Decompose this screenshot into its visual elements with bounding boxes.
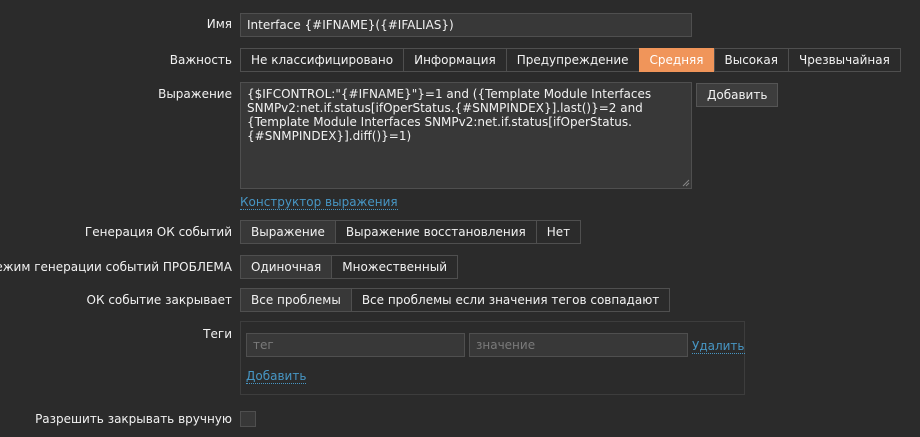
problem-mode-selector: Одиночная Множественный bbox=[240, 255, 458, 279]
severity-label: Важность bbox=[169, 53, 232, 67]
expression-text: {$IFCONTROL:"{#IFNAME}"}=1 and ({Templat… bbox=[247, 87, 652, 143]
severity-high[interactable]: Высокая bbox=[713, 48, 789, 72]
resize-grip-icon[interactable] bbox=[682, 179, 690, 187]
name-label: Имя bbox=[206, 17, 232, 31]
ok-gen-recovery-expression[interactable]: Выражение восстановления bbox=[334, 220, 537, 244]
manual-close-checkbox[interactable] bbox=[240, 411, 256, 427]
severity-average[interactable]: Средняя bbox=[638, 48, 715, 72]
ok-closes-label: ОК событие закрывает bbox=[86, 293, 232, 307]
ok-event-generation-label: Генерация ОК событий bbox=[84, 225, 232, 239]
expression-constructor-link[interactable]: Конструктор выражения bbox=[240, 195, 398, 210]
problem-mode-multiple[interactable]: Множественный bbox=[331, 255, 458, 279]
tag-add-link[interactable]: Добавить bbox=[246, 369, 307, 384]
severity-warning[interactable]: Предупреждение bbox=[505, 48, 640, 72]
ok-closes-all-problems[interactable]: Все проблемы bbox=[240, 288, 352, 312]
expression-label: Выражение bbox=[158, 87, 232, 101]
severity-information[interactable]: Информация bbox=[403, 48, 507, 72]
tag-name-input[interactable]: тег bbox=[246, 333, 465, 357]
expression-textarea[interactable]: {$IFCONTROL:"{#IFNAME}"}=1 and ({Templat… bbox=[240, 82, 692, 189]
severity-disaster[interactable]: Чрезвычайная bbox=[787, 48, 901, 72]
problem-mode-single[interactable]: Одиночная bbox=[240, 255, 333, 279]
tag-remove-link[interactable]: Удалить bbox=[692, 339, 745, 354]
expression-add-button[interactable]: Добавить bbox=[696, 83, 779, 107]
problem-mode-label: Режим генерации событий ПРОБЛЕМА bbox=[0, 260, 232, 274]
tags-label: Теги bbox=[203, 327, 232, 341]
severity-not-classified[interactable]: Не классифицировано bbox=[240, 48, 405, 72]
ok-gen-none[interactable]: Нет bbox=[535, 220, 582, 244]
ok-event-generation-selector: Выражение Выражение восстановления Нет bbox=[240, 220, 582, 244]
name-input[interactable]: Interface {#IFNAME}({#IFALIAS}) bbox=[240, 13, 692, 37]
ok-gen-expression[interactable]: Выражение bbox=[240, 220, 336, 244]
tag-value-input[interactable]: значение bbox=[469, 333, 688, 357]
manual-close-label: Разрешить закрывать вручную bbox=[35, 412, 232, 426]
severity-selector: Не классифицировано Информация Предупреж… bbox=[240, 48, 901, 72]
ok-closes-matching-tags[interactable]: Все проблемы если значения тегов совпада… bbox=[350, 288, 671, 312]
tags-container: тег значение Удалить Добавить bbox=[240, 321, 745, 395]
ok-closes-selector: Все проблемы Все проблемы если значения … bbox=[240, 288, 671, 312]
